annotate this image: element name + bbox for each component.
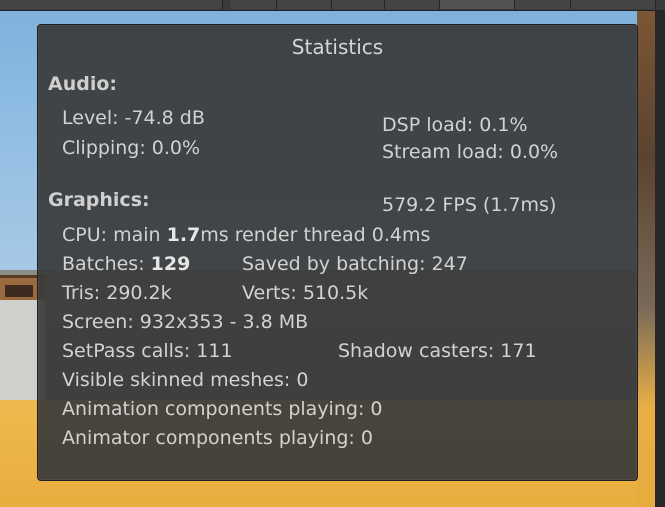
scene-rock-shadow bbox=[5, 285, 33, 297]
audio-dsp-load: DSP load: 0.1% bbox=[382, 114, 528, 136]
graphics-verts: Verts: 510.5k bbox=[242, 282, 369, 304]
toolbar-button[interactable] bbox=[332, 0, 385, 9]
batches-value: 129 bbox=[150, 253, 191, 275]
graphics-fps: 579.2 FPS (1.7ms) bbox=[382, 194, 557, 216]
cpu-suffix: ms render thread 0.4ms bbox=[200, 224, 431, 246]
toolbar-button[interactable] bbox=[385, 0, 440, 9]
graphics-batches: Batches: 129 bbox=[62, 253, 190, 275]
graphics-cpu: CPU: main 1.7ms render thread 0.4ms bbox=[62, 224, 430, 246]
gizmos-button[interactable] bbox=[571, 0, 656, 9]
toolbar-dropdown[interactable] bbox=[0, 0, 223, 9]
toolbar-button[interactable] bbox=[515, 0, 571, 9]
graphics-header: Graphics: bbox=[48, 189, 150, 211]
statistics-panel: Statistics Audio: Level: -74.8 dB Clippi… bbox=[37, 24, 638, 481]
stats-button[interactable] bbox=[440, 0, 515, 9]
audio-header: Audio: bbox=[48, 73, 117, 95]
graphics-visible-skinned-meshes: Visible skinned meshes: 0 bbox=[62, 369, 309, 391]
scrollbar-track[interactable] bbox=[655, 0, 665, 507]
graphics-tris: Tris: 290.2k bbox=[62, 282, 172, 304]
batches-prefix: Batches: bbox=[62, 253, 151, 275]
graphics-setpass-calls: SetPass calls: 111 bbox=[62, 340, 233, 362]
graphics-shadow-casters: Shadow casters: 171 bbox=[338, 340, 537, 362]
stats-toggle-button[interactable] bbox=[230, 0, 277, 9]
graphics-animator-components: Animator components playing: 0 bbox=[62, 427, 373, 449]
panel-title: Statistics bbox=[291, 35, 384, 59]
audio-stream-load: Stream load: 0.0% bbox=[382, 141, 559, 163]
audio-clipping: Clipping: 0.0% bbox=[62, 137, 201, 159]
graphics-saved-by-batching: Saved by batching: 247 bbox=[242, 253, 468, 275]
graphics-screen: Screen: 932x353 - 3.8 MB bbox=[62, 311, 309, 333]
game-view-toolbar bbox=[0, 0, 665, 11]
toolbar-button[interactable] bbox=[277, 0, 332, 9]
graphics-animation-components: Animation components playing: 0 bbox=[62, 398, 383, 420]
cpu-main-value: 1.7 bbox=[166, 224, 201, 246]
cpu-prefix: CPU: main bbox=[62, 224, 167, 246]
audio-level: Level: -74.8 dB bbox=[62, 107, 205, 129]
